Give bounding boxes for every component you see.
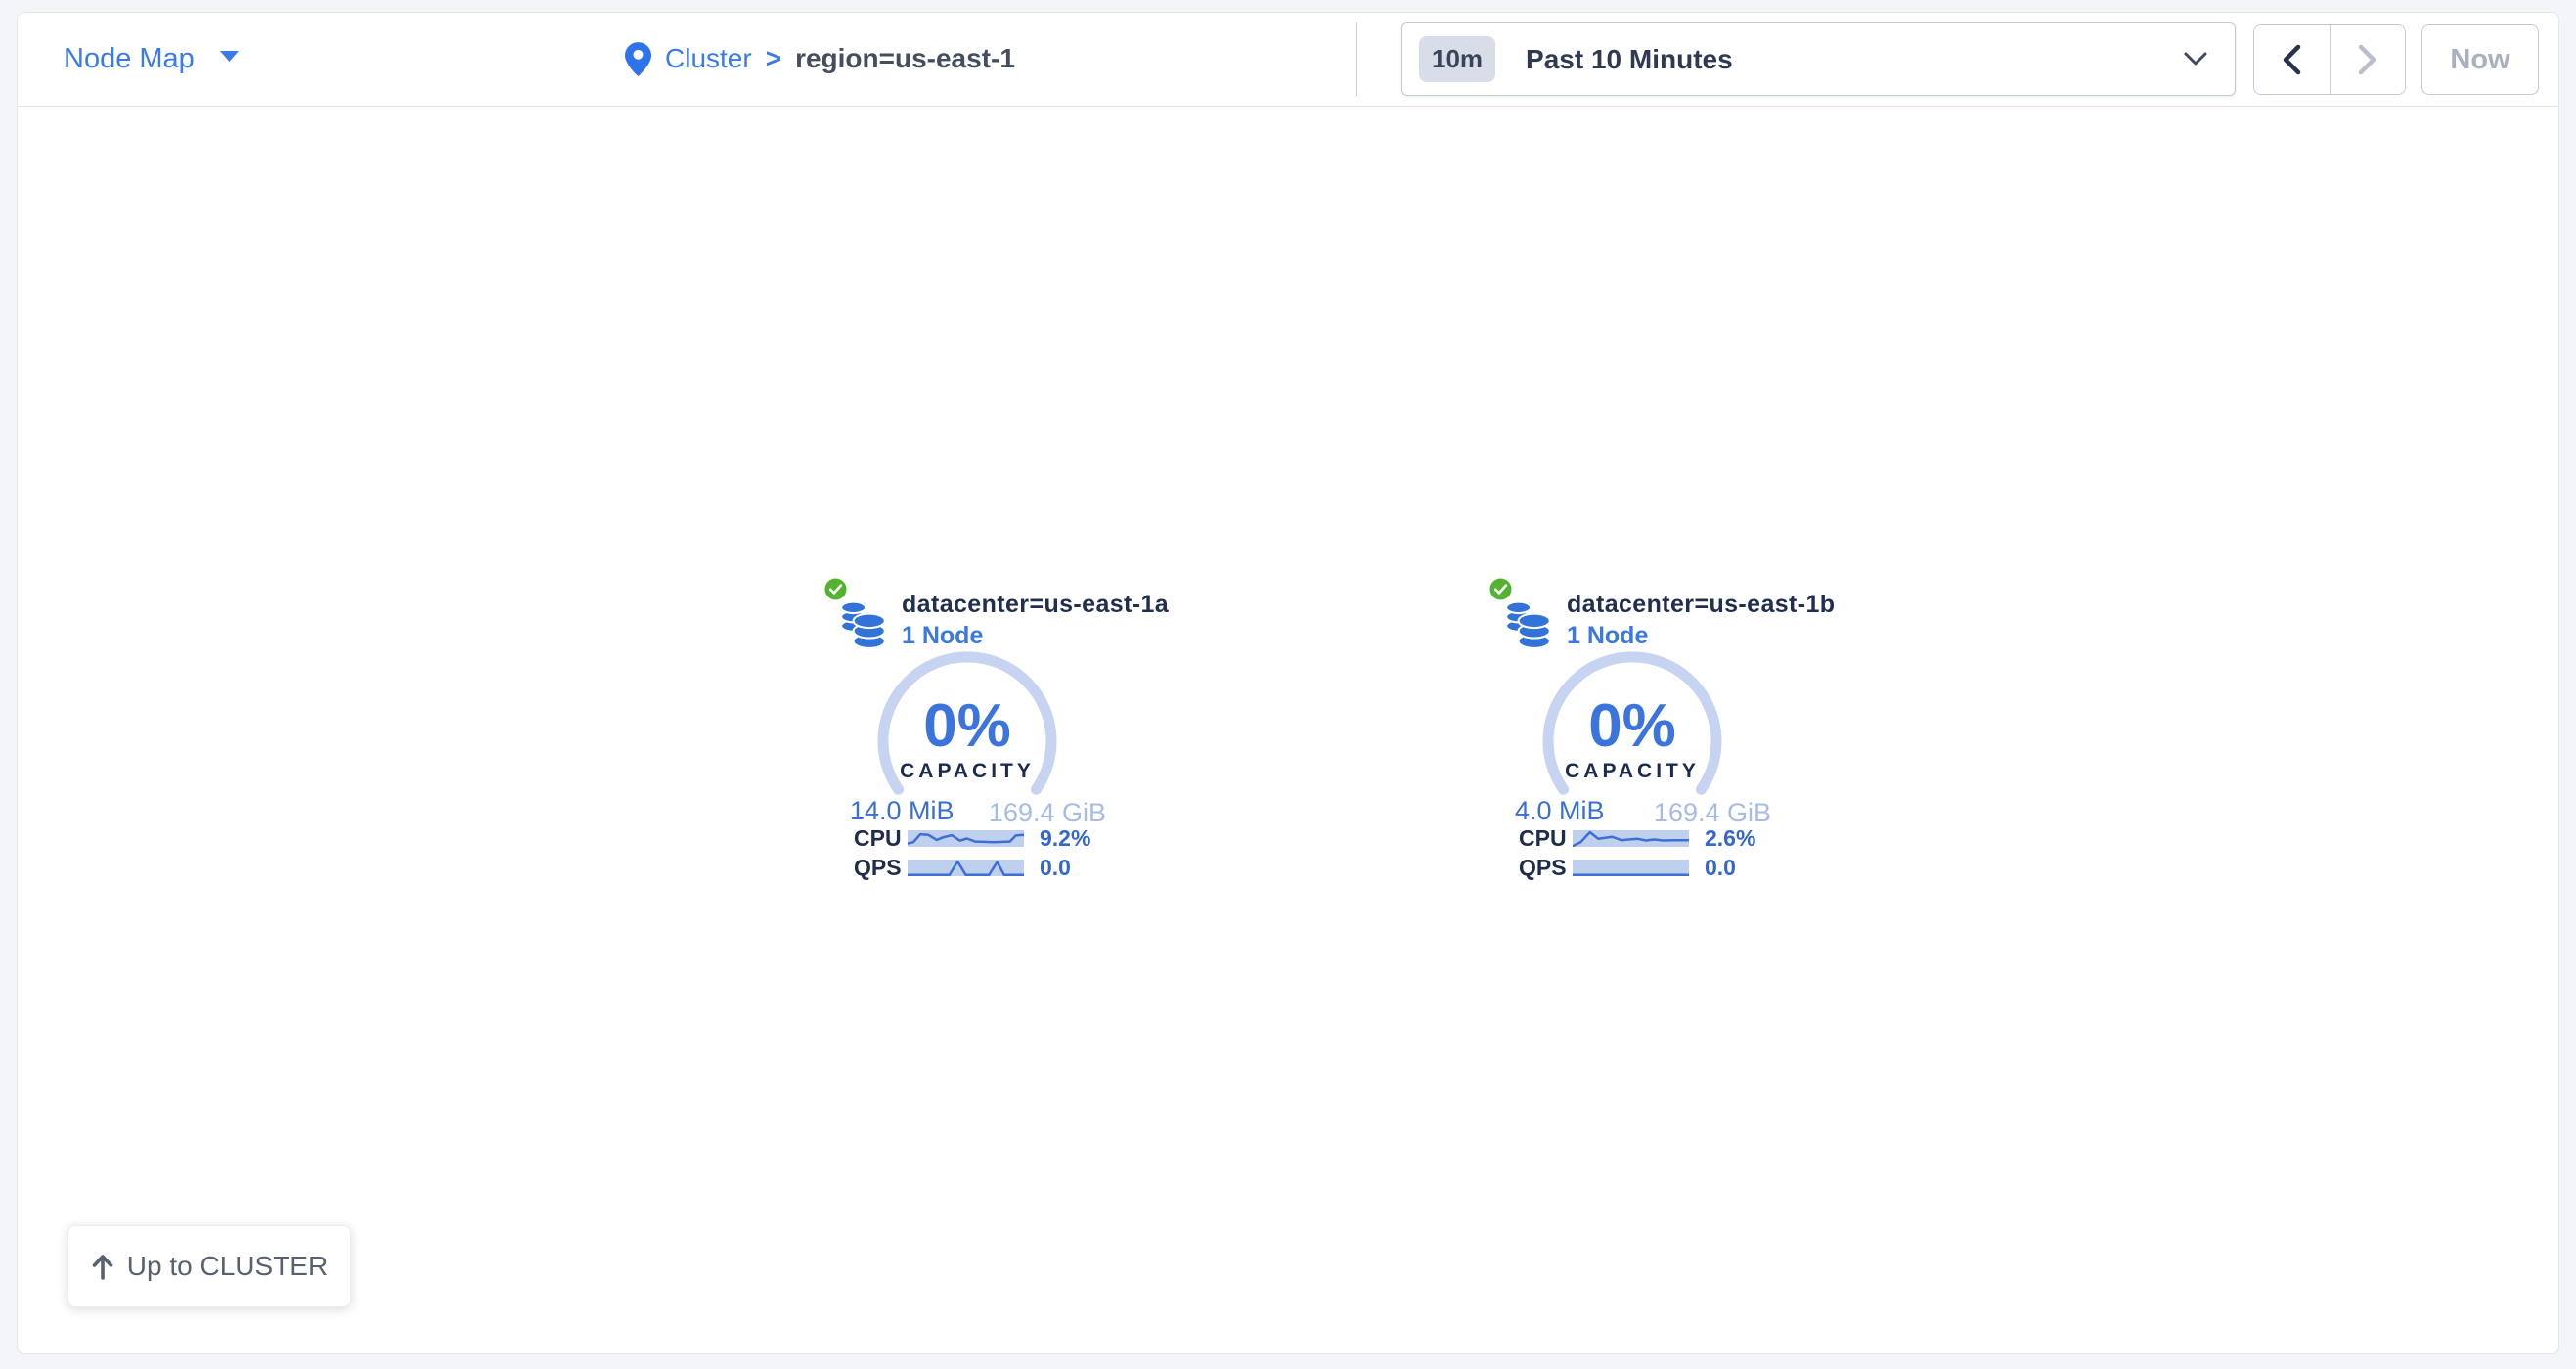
cpu-row: CPU 2.6% xyxy=(1493,827,1797,849)
breadcrumb-separator: > xyxy=(766,43,781,74)
breadcrumb-current: region=us-east-1 xyxy=(795,43,1015,74)
location-pin-icon xyxy=(625,42,651,76)
time-range-badge: 10m xyxy=(1419,36,1495,82)
qps-value: 0.0 xyxy=(1040,857,1071,878)
up-to-cluster-button[interactable]: Up to CLUSTER xyxy=(67,1225,351,1307)
time-nav-arrows xyxy=(2253,24,2406,95)
caret-down-icon xyxy=(220,50,239,67)
qps-sparkline xyxy=(1573,860,1689,876)
datacenter-card-us-east-1a[interactable]: datacenter=us-east-1a 1 Node 0% CAPACITY… xyxy=(828,573,1132,901)
qps-label: QPS xyxy=(1519,857,1567,878)
datacenter-card-us-east-1b[interactable]: datacenter=us-east-1b 1 Node 0% CAPACITY… xyxy=(1493,573,1797,901)
capacity-caption: CAPACITY xyxy=(860,760,1075,783)
qps-sparkline xyxy=(908,860,1024,876)
capacity-used: 4.0 MiB xyxy=(1515,796,1605,826)
capacity-total: 169.4 GiB xyxy=(989,798,1106,828)
node-map-panel: Node Map Cluster > region=us-east-1 10m … xyxy=(17,12,2559,1354)
header-bar: Node Map Cluster > region=us-east-1 10m … xyxy=(18,13,2558,107)
time-next-button[interactable] xyxy=(2331,25,2406,94)
header-divider xyxy=(1356,22,1357,96)
capacity-percent: 0% xyxy=(860,696,1075,757)
capacity-used: 14.0 MiB xyxy=(850,796,955,826)
cpu-value: 2.6% xyxy=(1705,827,1755,849)
cpu-value: 9.2% xyxy=(1040,827,1090,849)
qps-value: 0.0 xyxy=(1705,857,1736,878)
cpu-label: CPU xyxy=(1519,827,1567,849)
chevron-right-icon xyxy=(2358,44,2376,75)
view-mode-dropdown[interactable]: Node Map xyxy=(64,13,239,105)
time-prev-button[interactable] xyxy=(2254,25,2331,94)
cpu-sparkline xyxy=(908,830,1024,847)
qps-row: QPS 0.0 xyxy=(1493,857,1797,878)
cpu-row: CPU 9.2% xyxy=(828,827,1132,849)
view-mode-label: Node Map xyxy=(64,43,195,75)
breadcrumb: Cluster > region=us-east-1 xyxy=(625,13,1015,105)
datacenter-name: datacenter=us-east-1a xyxy=(902,591,1169,619)
capacity-total: 169.4 GiB xyxy=(1654,798,1771,828)
capacity-percent: 0% xyxy=(1525,696,1740,757)
breadcrumb-cluster-link[interactable]: Cluster xyxy=(665,43,752,74)
cpu-sparkline xyxy=(1573,830,1689,847)
arrow-up-icon xyxy=(91,1254,114,1280)
now-button[interactable]: Now xyxy=(2421,24,2539,95)
qps-row: QPS 0.0 xyxy=(828,857,1132,878)
chevron-down-icon xyxy=(2184,52,2207,66)
time-range-select[interactable]: 10m Past 10 Minutes xyxy=(1401,22,2236,96)
up-to-cluster-label: Up to CLUSTER xyxy=(127,1251,328,1282)
time-range-label: Past 10 Minutes xyxy=(1526,44,1733,75)
cpu-label: CPU xyxy=(854,827,902,849)
datacenter-name: datacenter=us-east-1b xyxy=(1567,591,1835,619)
chevron-left-icon xyxy=(2283,44,2301,75)
capacity-caption: CAPACITY xyxy=(1525,760,1740,783)
qps-label: QPS xyxy=(854,857,902,878)
